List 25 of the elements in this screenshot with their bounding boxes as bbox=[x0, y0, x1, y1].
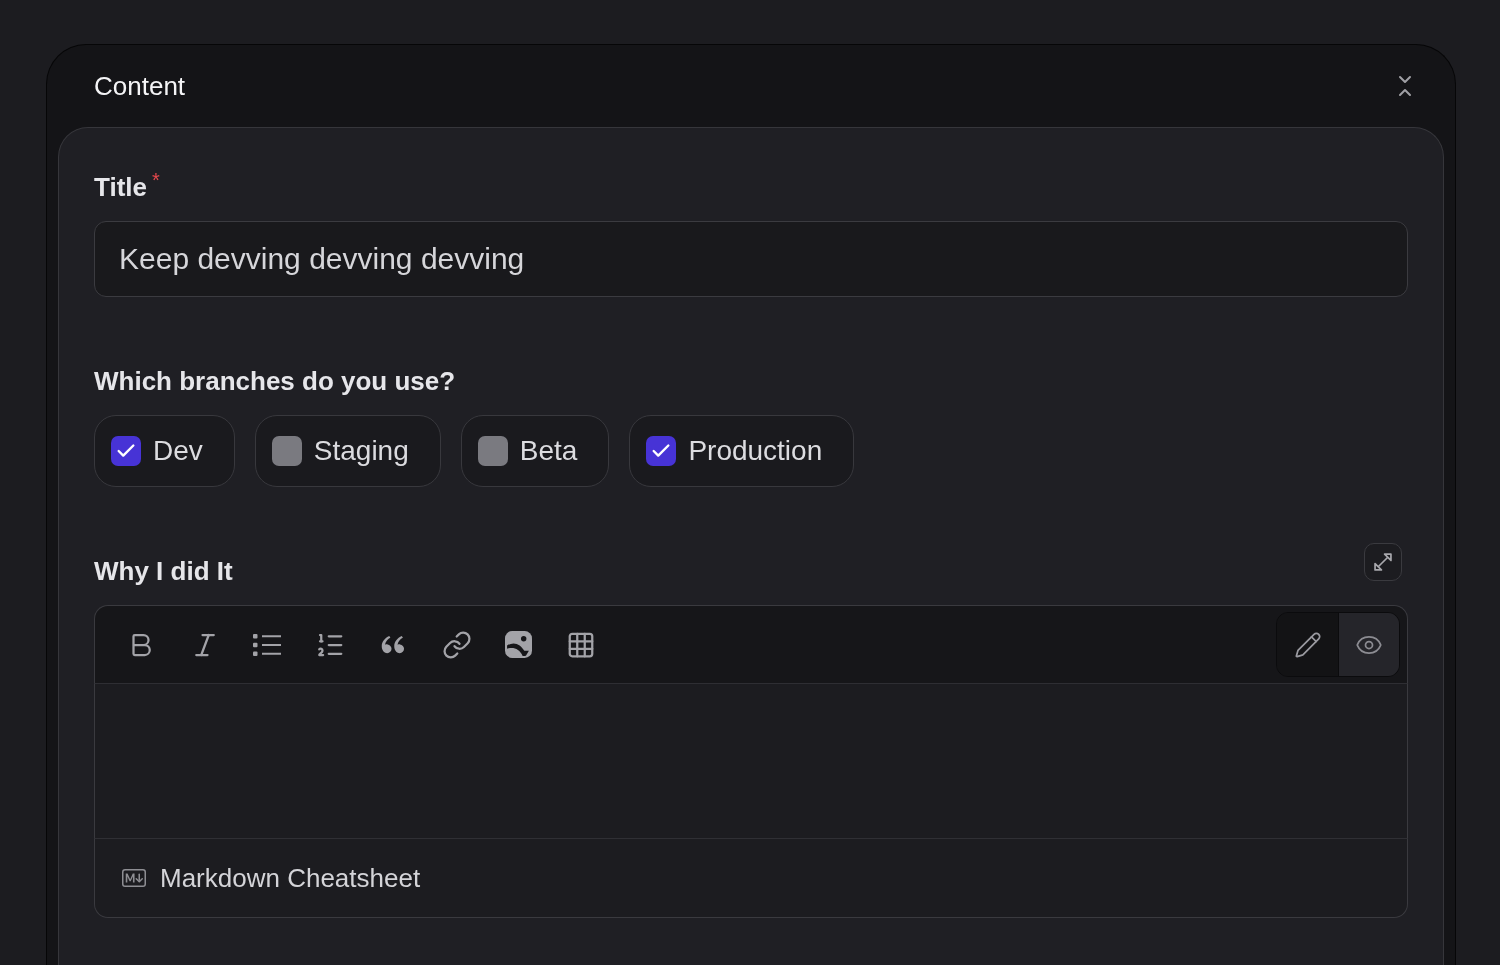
branch-option[interactable]: Dev bbox=[94, 415, 235, 487]
field-label: Title bbox=[94, 171, 147, 203]
edit-mode-button[interactable] bbox=[1277, 613, 1338, 676]
collapse-icon[interactable] bbox=[1398, 75, 1412, 97]
required-mark: * bbox=[152, 170, 160, 190]
image-icon[interactable] bbox=[505, 631, 532, 658]
expand-icon bbox=[1374, 553, 1392, 571]
markdown-icon bbox=[122, 866, 146, 890]
branch-option[interactable]: Production bbox=[629, 415, 855, 487]
link-icon[interactable] bbox=[441, 629, 472, 660]
checkbox[interactable] bbox=[271, 436, 302, 466]
checkbox[interactable] bbox=[477, 436, 508, 466]
pencil-icon bbox=[1293, 630, 1322, 659]
branch-option[interactable]: Beta bbox=[460, 415, 610, 487]
preview-mode-button[interactable] bbox=[1338, 613, 1399, 676]
title-input[interactable]: Keep devving devving devving bbox=[94, 221, 1408, 297]
cheatsheet-link[interactable]: Markdown Cheatsheet bbox=[122, 862, 421, 894]
expand-button[interactable] bbox=[1364, 543, 1402, 581]
panel-title: Content bbox=[94, 70, 186, 102]
field-label: Which branches do you use? bbox=[94, 365, 456, 397]
checkbox[interactable] bbox=[111, 436, 141, 466]
field-label: Why I did It bbox=[94, 555, 233, 587]
checkbox[interactable] bbox=[646, 436, 677, 466]
branch-option[interactable]: Staging bbox=[254, 415, 441, 487]
bullet-list-icon[interactable] bbox=[253, 633, 281, 656]
